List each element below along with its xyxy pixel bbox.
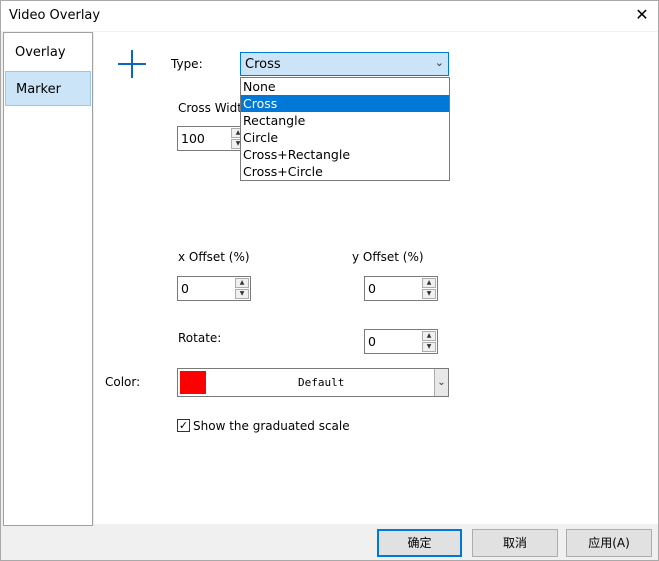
cross-width-value: 100 <box>181 131 205 146</box>
spin-down-icon[interactable]: ▼ <box>422 289 436 299</box>
spin-down-icon[interactable]: ▼ <box>235 289 249 299</box>
crosshair-icon <box>118 50 146 78</box>
sidebar-item-overlay[interactable]: Overlay <box>5 35 91 70</box>
type-label: Type: <box>171 57 203 71</box>
cross-width-label: Cross Width <box>178 101 250 115</box>
graduated-scale-checkbox[interactable]: ✓ <box>177 419 190 432</box>
y-offset-value: 0 <box>368 281 376 296</box>
y-offset-label: y Offset (%) <box>352 250 424 264</box>
spin-up-icon[interactable]: ▲ <box>235 278 249 288</box>
dropdown-option[interactable]: Cross+Rectangle <box>241 146 449 163</box>
spin-down-icon[interactable]: ▼ <box>422 342 436 352</box>
dropdown-option[interactable]: Cross <box>241 95 449 112</box>
color-swatch <box>180 371 206 394</box>
color-label: Color: <box>105 375 141 389</box>
graduated-scale-label: Show the graduated scale <box>193 419 350 433</box>
chevron-down-icon: ⌄ <box>434 56 444 69</box>
x-offset-value: 0 <box>181 281 189 296</box>
sidebar-nav: Overlay Marker <box>3 32 93 526</box>
y-offset-spin-buttons: ▲ ▼ <box>422 278 436 299</box>
dropdown-option[interactable]: Cross+Circle <box>241 163 449 180</box>
x-offset-spin-buttons: ▲ ▼ <box>235 278 249 299</box>
checkmark-icon: ✓ <box>178 419 189 432</box>
rotate-label: Rotate: <box>178 331 222 345</box>
close-icon[interactable]: ✕ <box>632 5 652 25</box>
dropdown-option[interactable]: Circle <box>241 129 449 146</box>
spin-up-icon[interactable]: ▲ <box>422 278 436 288</box>
apply-button[interactable]: 应用(A) <box>566 529 652 557</box>
ok-button[interactable]: 确定 <box>377 529 462 557</box>
cross-width-stepper[interactable]: 100 ▲ ▼ <box>177 126 247 151</box>
dropdown-option[interactable]: Rectangle <box>241 112 449 129</box>
y-offset-stepper[interactable]: 0 ▲ ▼ <box>364 276 438 301</box>
rotate-spin-buttons: ▲ ▼ <box>422 331 436 352</box>
cancel-button[interactable]: 取消 <box>472 529 558 557</box>
dropdown-option[interactable]: None <box>241 78 449 95</box>
spin-up-icon[interactable]: ▲ <box>422 331 436 341</box>
type-select-value: Cross <box>245 57 281 72</box>
color-name: Default <box>298 376 345 389</box>
window-title: Video Overlay <box>9 8 101 23</box>
sidebar-item-marker[interactable]: Marker <box>5 71 91 106</box>
x-offset-stepper[interactable]: 0 ▲ ▼ <box>177 276 251 301</box>
color-picker[interactable]: Default ⌄ <box>177 368 449 397</box>
type-select[interactable]: Cross ⌄ <box>240 52 449 76</box>
rotate-value: 0 <box>368 334 376 349</box>
x-offset-label: x Offset (%) <box>178 250 250 264</box>
type-dropdown-list: None Cross Rectangle Circle Cross+Rectan… <box>240 77 450 181</box>
chevron-down-icon[interactable]: ⌄ <box>434 369 448 396</box>
rotate-stepper[interactable]: 0 ▲ ▼ <box>364 329 438 354</box>
title-bar: Video Overlay ✕ <box>1 1 658 31</box>
